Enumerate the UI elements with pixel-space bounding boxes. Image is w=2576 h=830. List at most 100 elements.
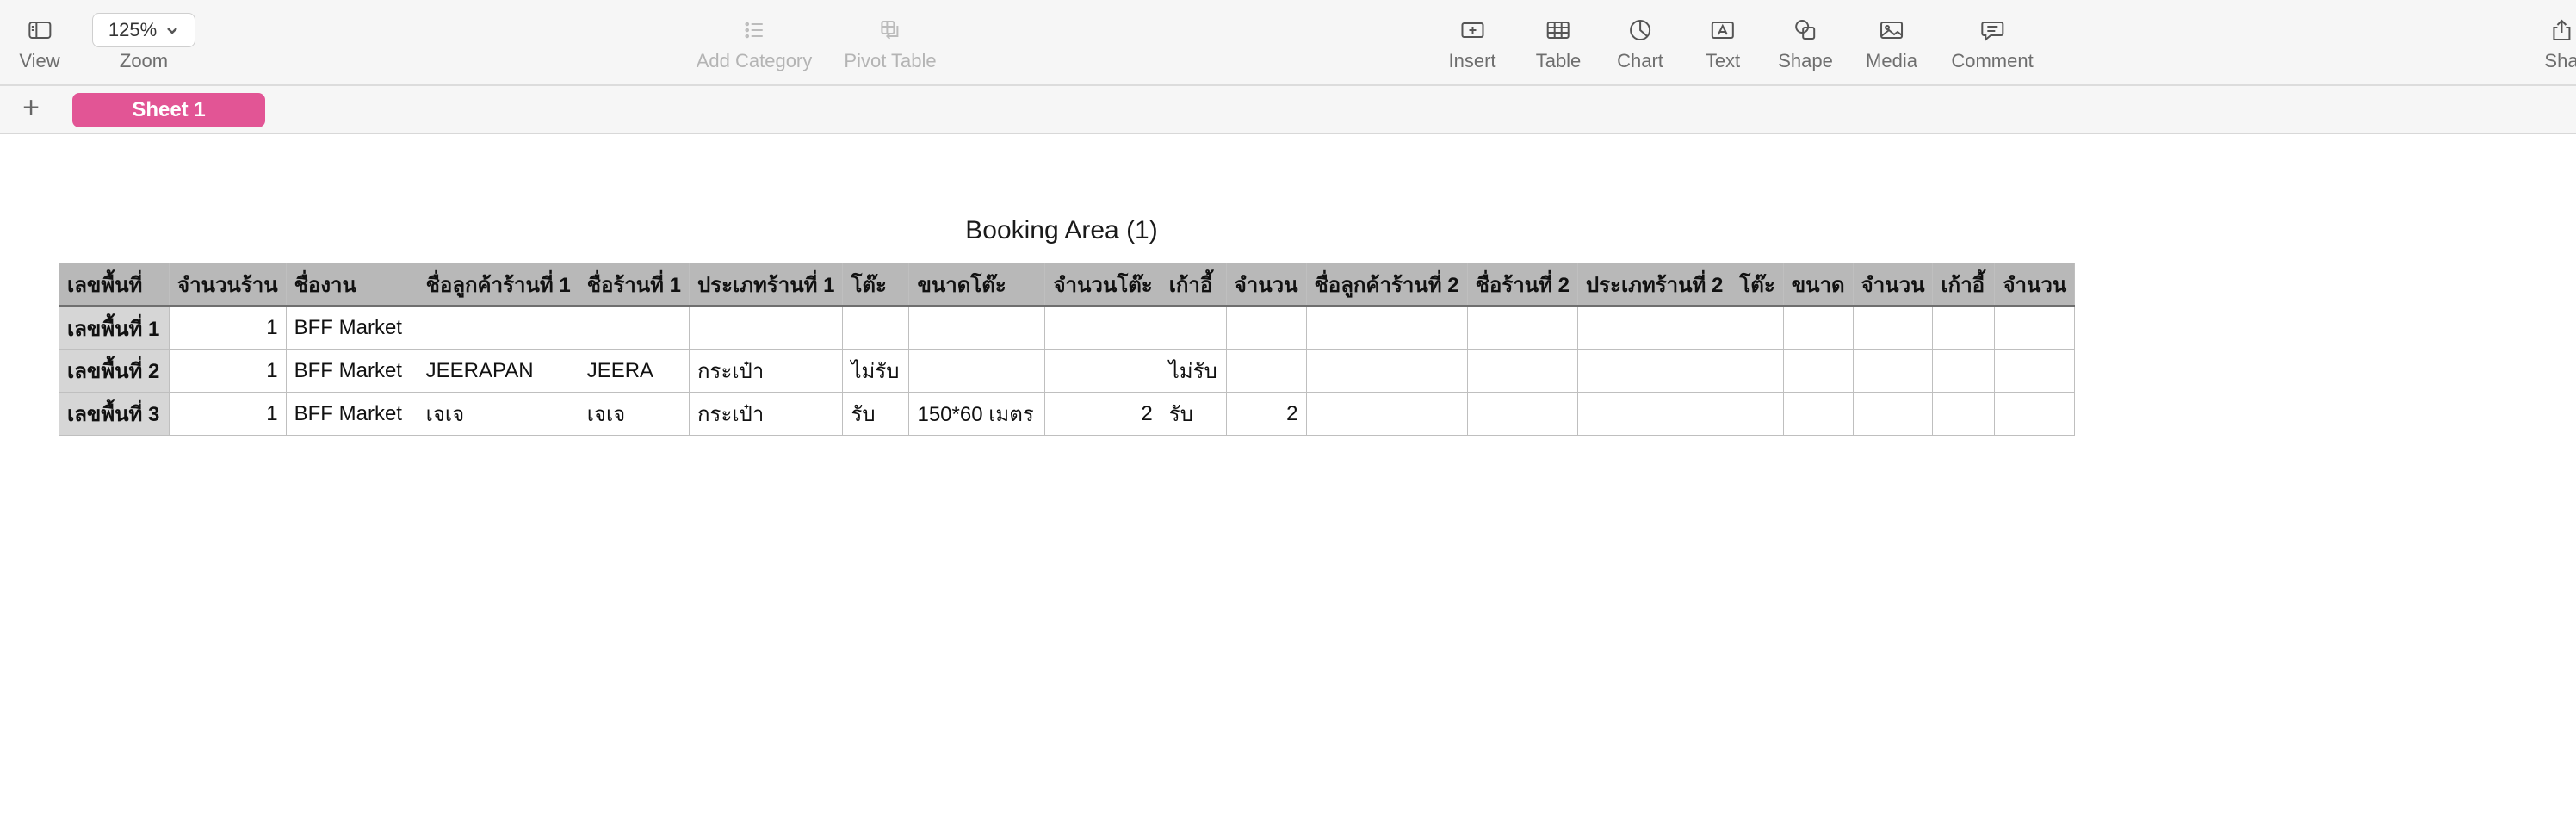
table-cell[interactable] bbox=[578, 306, 690, 350]
table-title[interactable]: Booking Area (1) bbox=[0, 216, 2123, 245]
table-cell[interactable] bbox=[1160, 306, 1227, 350]
table-cell[interactable]: รับ bbox=[1160, 392, 1227, 436]
table-cell[interactable] bbox=[1782, 392, 1854, 436]
table-cell[interactable] bbox=[1576, 306, 1732, 350]
column-header[interactable]: จำนวน bbox=[1852, 263, 1934, 307]
table-cell[interactable]: 1 bbox=[169, 349, 287, 393]
table-cell[interactable] bbox=[417, 306, 579, 350]
table-cell[interactable]: JEERAPAN bbox=[417, 349, 579, 393]
table-cell[interactable] bbox=[1576, 392, 1732, 436]
row-header-cell[interactable]: เลขพื้นที่ 3 bbox=[59, 392, 170, 436]
table-cell[interactable] bbox=[1932, 392, 1996, 436]
table-cell[interactable] bbox=[1305, 349, 1468, 393]
column-header[interactable]: ชื่อลูกค้าร้านที่ 2 bbox=[1305, 263, 1468, 307]
table-cell[interactable] bbox=[1782, 306, 1854, 350]
table-cell[interactable]: ไม่รับ bbox=[1160, 349, 1227, 393]
table-cell[interactable]: เจเจ bbox=[417, 392, 579, 436]
table-cell[interactable]: BFF Market bbox=[285, 349, 418, 393]
row-header-cell[interactable]: เลขพื้นที่ 2 bbox=[59, 349, 170, 393]
table-cell[interactable]: BFF Market bbox=[285, 392, 418, 436]
table-button[interactable]: Table bbox=[1536, 14, 1581, 72]
comment-button[interactable]: Comment bbox=[1951, 14, 2034, 72]
table-cell[interactable] bbox=[1932, 349, 1996, 393]
table-cell[interactable] bbox=[1852, 349, 1934, 393]
column-header[interactable]: ขนาด bbox=[1782, 263, 1854, 307]
table-cell[interactable] bbox=[1466, 349, 1578, 393]
add-sheet-button[interactable]: + bbox=[15, 93, 46, 124]
table-cell[interactable]: รับ bbox=[842, 392, 910, 436]
table-cell[interactable] bbox=[1852, 392, 1934, 436]
column-header[interactable]: จำนวนร้าน bbox=[169, 263, 287, 307]
table-cell[interactable]: 1 bbox=[169, 306, 287, 350]
table-cell[interactable]: BFF Market bbox=[285, 306, 418, 350]
table-cell[interactable] bbox=[1731, 349, 1784, 393]
row-header-cell[interactable]: เลขพื้นที่ 1 bbox=[59, 306, 170, 350]
column-header[interactable]: เลขพื้นที่ bbox=[59, 263, 170, 307]
column-header[interactable]: โต๊ะ bbox=[842, 263, 910, 307]
table-cell[interactable]: กระเป๋า bbox=[689, 349, 844, 393]
table-cell[interactable] bbox=[1576, 349, 1732, 393]
table-cell[interactable] bbox=[1932, 306, 1996, 350]
view-label: View bbox=[19, 50, 60, 71]
table-cell[interactable] bbox=[908, 306, 1046, 350]
table-cell[interactable] bbox=[1305, 392, 1468, 436]
column-header[interactable]: จำนวน bbox=[1994, 263, 2076, 307]
column-header[interactable]: เก้าอี้ bbox=[1932, 263, 1996, 307]
column-header[interactable]: จำนวนโต๊ะ bbox=[1044, 263, 1161, 307]
table-cell[interactable] bbox=[1466, 306, 1578, 350]
table-cell[interactable] bbox=[689, 306, 844, 350]
tab-sheet-1[interactable]: Sheet 1 bbox=[72, 93, 265, 127]
text-box-icon bbox=[1710, 14, 1736, 46]
table-cell[interactable] bbox=[1852, 306, 1934, 350]
column-header[interactable]: ชื่อร้านที่ 2 bbox=[1466, 263, 1578, 307]
sheet-tab-bar: + Sheet 1 bbox=[0, 86, 2576, 134]
add-category-button[interactable]: Add Category bbox=[697, 14, 812, 72]
table-cell[interactable]: 2 bbox=[1044, 392, 1161, 436]
insert-button[interactable]: Insert bbox=[1448, 14, 1496, 72]
text-button[interactable]: Text bbox=[1706, 14, 1740, 72]
shape-button[interactable]: Shape bbox=[1778, 14, 1833, 72]
comment-label: Comment bbox=[1951, 50, 2034, 71]
view-button[interactable]: View bbox=[19, 14, 60, 72]
table-cell[interactable] bbox=[1731, 392, 1784, 436]
zoom-dropdown[interactable]: 125% bbox=[92, 13, 195, 47]
table-cell[interactable] bbox=[1305, 306, 1468, 350]
column-header[interactable]: ชื่อลูกค้าร้านที่ 1 bbox=[417, 263, 579, 307]
insert-icon bbox=[1459, 14, 1485, 46]
table-cell[interactable]: ไม่รับ bbox=[842, 349, 910, 393]
table-cell[interactable] bbox=[1994, 349, 2076, 393]
column-header[interactable]: ขนาดโต๊ะ bbox=[908, 263, 1046, 307]
column-header[interactable]: โต๊ะ bbox=[1731, 263, 1784, 307]
table-cell[interactable]: เจเจ bbox=[578, 392, 690, 436]
table-cell[interactable] bbox=[1225, 306, 1307, 350]
table-cell[interactable]: 1 bbox=[169, 392, 287, 436]
table-cell[interactable] bbox=[908, 349, 1046, 393]
table-cell[interactable]: กระเป๋า bbox=[689, 392, 844, 436]
table-cell[interactable] bbox=[1044, 306, 1161, 350]
column-header[interactable]: เก้าอี้ bbox=[1160, 263, 1227, 307]
table-cell[interactable]: JEERA bbox=[578, 349, 690, 393]
table-cell[interactable] bbox=[1994, 392, 2076, 436]
zoom-control[interactable]: 125% Zoom bbox=[92, 13, 195, 72]
booking-table[interactable]: เลขพื้นที่ จำนวนร้าน ชื่องาน ชื่อลูกค้าร้าน… bbox=[59, 263, 2076, 436]
zoom-label: Zoom bbox=[119, 50, 169, 71]
table-cell[interactable] bbox=[1994, 306, 2076, 350]
toolbar: View 125% Zoom Add Category Pivot Table … bbox=[0, 0, 2576, 86]
table-cell[interactable] bbox=[1225, 349, 1307, 393]
table-cell[interactable] bbox=[1044, 349, 1161, 393]
column-header[interactable]: ชื่องาน bbox=[285, 263, 418, 307]
table-cell[interactable] bbox=[1466, 392, 1578, 436]
column-header[interactable]: จำนวน bbox=[1225, 263, 1307, 307]
column-header[interactable]: ชื่อร้านที่ 1 bbox=[578, 263, 690, 307]
column-header[interactable]: ประเภทร้านที่ 2 bbox=[1576, 263, 1732, 307]
share-button[interactable]: Sha bbox=[2544, 14, 2576, 72]
table-cell[interactable] bbox=[842, 306, 910, 350]
pivot-table-button[interactable]: Pivot Table bbox=[844, 14, 937, 72]
table-cell[interactable]: 2 bbox=[1225, 392, 1307, 436]
table-cell[interactable] bbox=[1731, 306, 1784, 350]
column-header[interactable]: ประเภทร้านที่ 1 bbox=[689, 263, 844, 307]
chart-button[interactable]: Chart bbox=[1617, 14, 1663, 72]
table-cell[interactable] bbox=[1782, 349, 1854, 393]
table-cell[interactable]: 150*60 เมตร bbox=[908, 392, 1046, 436]
media-button[interactable]: Media bbox=[1866, 14, 1917, 72]
